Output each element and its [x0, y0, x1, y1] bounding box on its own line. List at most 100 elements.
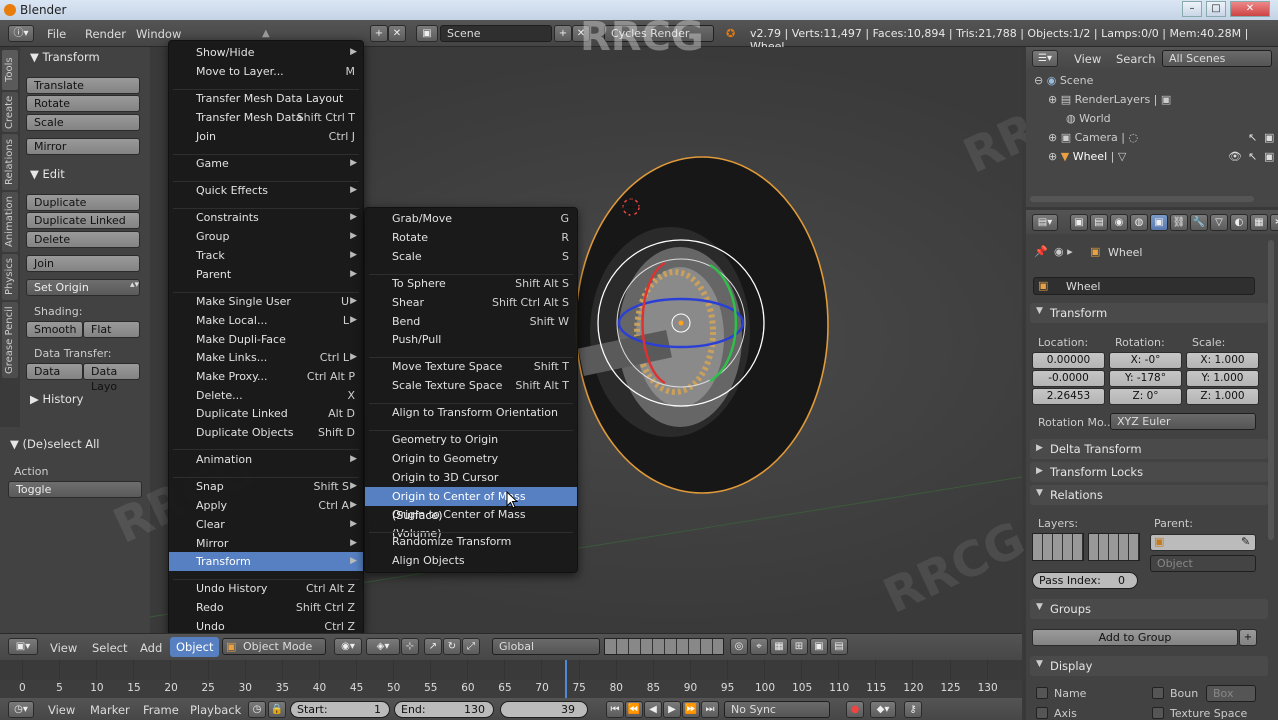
menu-file[interactable]: File: [47, 27, 66, 41]
scale-button[interactable]: Scale: [26, 114, 140, 131]
scene-remove-icon[interactable]: ✕: [572, 25, 590, 42]
view3d-add-menu[interactable]: Add: [140, 641, 162, 655]
close-button[interactable]: ✕: [1230, 1, 1270, 17]
transform-panel-header[interactable]: ▼ Transform: [30, 50, 100, 64]
snap-toggle-icon[interactable]: ⌖: [750, 638, 768, 655]
tab-animation[interactable]: Animation: [2, 192, 18, 252]
properties-scrollbar[interactable]: [1268, 240, 1274, 540]
delete-button[interactable]: Delete: [26, 231, 140, 248]
material-tab-icon[interactable]: ◐: [1230, 214, 1248, 231]
wheel-tree-item[interactable]: ⊕ ▼ Wheel | ▽: [1048, 150, 1126, 163]
transform-menu-item-scale[interactable]: Scale S: [365, 247, 577, 266]
parent-eyedropper-icon[interactable]: ✎: [1241, 535, 1250, 548]
texture-tab-icon[interactable]: ▦: [1250, 214, 1268, 231]
action-select[interactable]: Toggle: [8, 481, 142, 498]
object-menu-item-undo-history[interactable]: Undo History Ctrl Alt Z: [169, 579, 363, 598]
lock-time-icon[interactable]: 🔒: [268, 701, 286, 718]
object-menu-item-duplicate-linked[interactable]: Duplicate Linked Alt D: [169, 404, 363, 423]
timeline-editor-type-icon[interactable]: ◷▾: [8, 701, 34, 718]
transform-menu-item-shear[interactable]: Shear Shift Ctrl Alt S: [365, 293, 577, 312]
scale-x-field[interactable]: X: 1.000: [1186, 352, 1259, 369]
scene-field[interactable]: Scene: [440, 25, 552, 42]
translate-button[interactable]: Translate: [26, 77, 140, 94]
view3d-select-menu[interactable]: Select: [92, 641, 127, 655]
object-mode-select[interactable]: Object Mode: [222, 638, 326, 655]
minimize-button[interactable]: –: [1182, 1, 1202, 17]
relations-panel[interactable]: Relations: [1030, 485, 1268, 505]
rotation-mode-select[interactable]: XYZ Euler: [1110, 413, 1256, 430]
transform-orientation-select[interactable]: Global: [492, 638, 600, 655]
camera-tree-item[interactable]: ⊕ ▣ Camera | ◌: [1048, 131, 1138, 144]
view3d-object-menu[interactable]: Object: [170, 637, 220, 657]
tab-tools[interactable]: Tools: [2, 50, 18, 90]
snap-element-icon[interactable]: ▦: [770, 638, 788, 655]
tab-relations[interactable]: Relations: [2, 134, 18, 190]
current-frame-line[interactable]: [565, 660, 567, 698]
selectable-arrow-icon[interactable]: ↖: [1248, 131, 1257, 144]
rotation-y-field[interactable]: Y: -178°: [1109, 370, 1182, 387]
object-menu-item-make-proxy[interactable]: Make Proxy... Ctrl Alt P: [169, 367, 363, 386]
keying-icon[interactable]: ◆▾: [870, 701, 896, 718]
object-menu-item-game[interactable]: Game ▶: [169, 154, 363, 173]
smooth-button[interactable]: Smooth: [26, 321, 83, 338]
maximize-button[interactable]: □: [1206, 1, 1226, 17]
scene-browse-icon[interactable]: ▣: [416, 25, 438, 42]
particles-tab-icon[interactable]: ✲: [1270, 214, 1278, 231]
properties-editor-type-icon[interactable]: ▤▾: [1032, 214, 1058, 231]
scale-z-field[interactable]: Z: 1.000: [1186, 388, 1259, 405]
transform-panel[interactable]: Transform: [1030, 303, 1268, 323]
transform-menu-item-scale-texture-space[interactable]: Scale Texture Space Shift Alt T: [365, 376, 577, 395]
render-engine-select[interactable]: Cycles Render: [604, 25, 714, 42]
parent-type-select[interactable]: Object: [1150, 555, 1256, 572]
object-menu-item-animation[interactable]: Animation ▶: [169, 450, 363, 469]
record-keyframe-icon[interactable]: ●: [846, 701, 864, 718]
transform-menu-item-origin-to-center-of-mass-volume[interactable]: Origin to Center of Mass (Volume): [365, 505, 577, 540]
add-group-plus-icon[interactable]: +: [1239, 629, 1257, 646]
transform-menu-item-geometry-to-origin[interactable]: Geometry to Origin: [365, 430, 577, 449]
transform-menu-item-align-to-transform-orientation[interactable]: Align to Transform Orientation: [365, 403, 577, 422]
scene-add-icon[interactable]: +: [554, 25, 572, 42]
transform-locks-panel[interactable]: Transform Locks: [1030, 462, 1268, 482]
join-button[interactable]: Join: [26, 255, 140, 272]
name-checkbox[interactable]: [1036, 687, 1048, 699]
layers-grid-1[interactable]: [1032, 533, 1084, 561]
transform-menu-item-grab-move[interactable]: Grab/Move G: [365, 209, 577, 228]
snap-target-icon[interactable]: ⊞: [790, 638, 808, 655]
keyframe-insert-icon[interactable]: ⚷: [904, 701, 922, 718]
start-frame-field[interactable]: Start: 1: [290, 701, 390, 718]
transform-menu-item-origin-to-3d-cursor[interactable]: Origin to 3D Cursor: [365, 468, 577, 487]
object-menu-item-apply[interactable]: Apply Ctrl A ▶: [169, 496, 363, 515]
visibility-eye-icon[interactable]: 👁: [1228, 150, 1242, 163]
render-tab-icon[interactable]: ▣: [1070, 214, 1088, 231]
manipulator-toggle-icon[interactable]: ⊹: [401, 638, 419, 655]
object-menu-item-parent[interactable]: Parent ▶: [169, 265, 363, 284]
axis-checkbox[interactable]: [1036, 707, 1048, 719]
object-menu-item-quick-effects[interactable]: Quick Effects ▶: [169, 181, 363, 200]
duplicate-linked-button[interactable]: Duplicate Linked: [26, 212, 140, 229]
display-panel[interactable]: Display: [1030, 656, 1268, 676]
object-menu-item-redo[interactable]: Redo Shift Ctrl Z: [169, 598, 363, 617]
render-layers-tab-icon[interactable]: ▤: [1090, 214, 1108, 231]
play-reverse-icon[interactable]: ◀: [644, 701, 662, 718]
pass-index-field[interactable]: Pass Index: 0: [1032, 572, 1138, 589]
scene-layers-buttons[interactable]: [604, 638, 724, 655]
texture-space-checkbox[interactable]: [1152, 707, 1164, 719]
location-x-field[interactable]: 0.00000: [1032, 352, 1105, 369]
mirror-button[interactable]: Mirror: [26, 138, 140, 155]
rotation-z-field[interactable]: Z: 0°: [1109, 388, 1182, 405]
object-menu-item-mirror[interactable]: Mirror ▶: [169, 534, 363, 553]
outliner-view-menu[interactable]: View: [1074, 52, 1101, 66]
menu-scroll-up-icon[interactable]: ▲: [262, 28, 270, 39]
flat-button[interactable]: Flat: [83, 321, 140, 338]
jump-end-icon[interactable]: ⏭: [701, 701, 719, 718]
use-preview-range-icon[interactable]: ◷: [248, 701, 266, 718]
jump-keyframe-back-icon[interactable]: ⏪: [625, 701, 643, 718]
object-menu-item-group[interactable]: Group ▶: [169, 227, 363, 246]
duplicate-button[interactable]: Duplicate: [26, 194, 140, 211]
timeline-playback-menu[interactable]: Playback: [190, 703, 241, 717]
scale-y-field[interactable]: Y: 1.000: [1186, 370, 1259, 387]
transform-menu-item-origin-to-center-of-mass-surface[interactable]: Origin to Center of Mass (Surface): [365, 487, 577, 522]
scene-tab-icon[interactable]: ◉: [1110, 214, 1128, 231]
object-menu-item-delete[interactable]: Delete... X: [169, 386, 363, 405]
timeline-view-menu[interactable]: View: [48, 703, 75, 717]
